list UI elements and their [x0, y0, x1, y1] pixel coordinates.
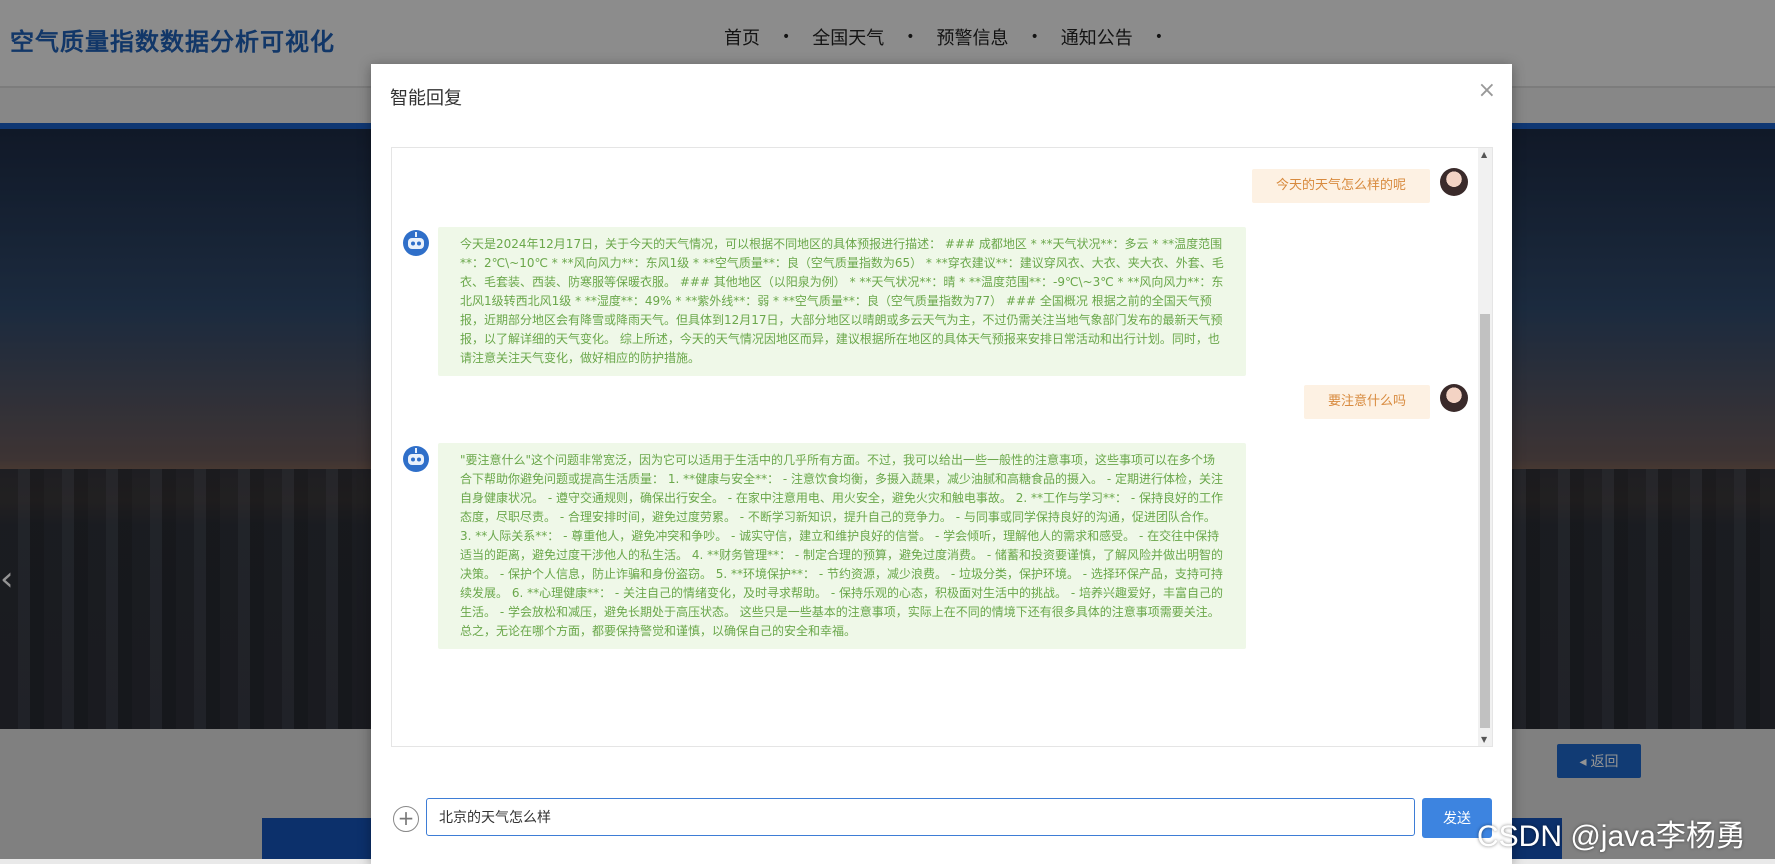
csdn-watermark: CSDN @java李杨勇 — [1477, 820, 1746, 853]
close-icon[interactable]: × — [1478, 78, 1496, 103]
robot-icon — [403, 230, 429, 256]
robot-icon — [403, 446, 429, 472]
user-message-bubble: 要注意什么吗 — [1303, 385, 1430, 419]
scroll-up-icon[interactable]: ▲ — [1481, 150, 1487, 159]
user-message-bubble: 今天的天气怎么样的呢 — [1251, 169, 1430, 203]
user-avatar-icon — [1440, 384, 1468, 412]
bot-message-bubble: 今天是2024年12月17日，关于今天的天气情况，可以根据不同地区的具体预报进行… — [438, 227, 1246, 376]
modal-title: 智能回复 — [390, 88, 462, 109]
scrollbar-thumb[interactable] — [1480, 314, 1490, 728]
chat-modal: 智能回复 × 今天的天气怎么样的呢 今天是2024年12月17日，关于今天的天气… — [371, 64, 1512, 864]
chat-history[interactable]: 今天的天气怎么样的呢 今天是2024年12月17日，关于今天的天气情况，可以根据… — [391, 147, 1493, 747]
chat-scrollbar[interactable]: ▲ ▼ — [1478, 148, 1492, 746]
bot-message-bubble: "要注意什么"这个问题非常宽泛，因为它可以适用于生活中的几乎所有方面。不过，我可… — [438, 443, 1246, 649]
scroll-down-icon[interactable]: ▼ — [1481, 735, 1487, 744]
user-avatar-icon — [1440, 168, 1468, 196]
chat-message-input[interactable] — [426, 798, 1415, 836]
plus-circle-icon[interactable]: + — [393, 806, 419, 832]
